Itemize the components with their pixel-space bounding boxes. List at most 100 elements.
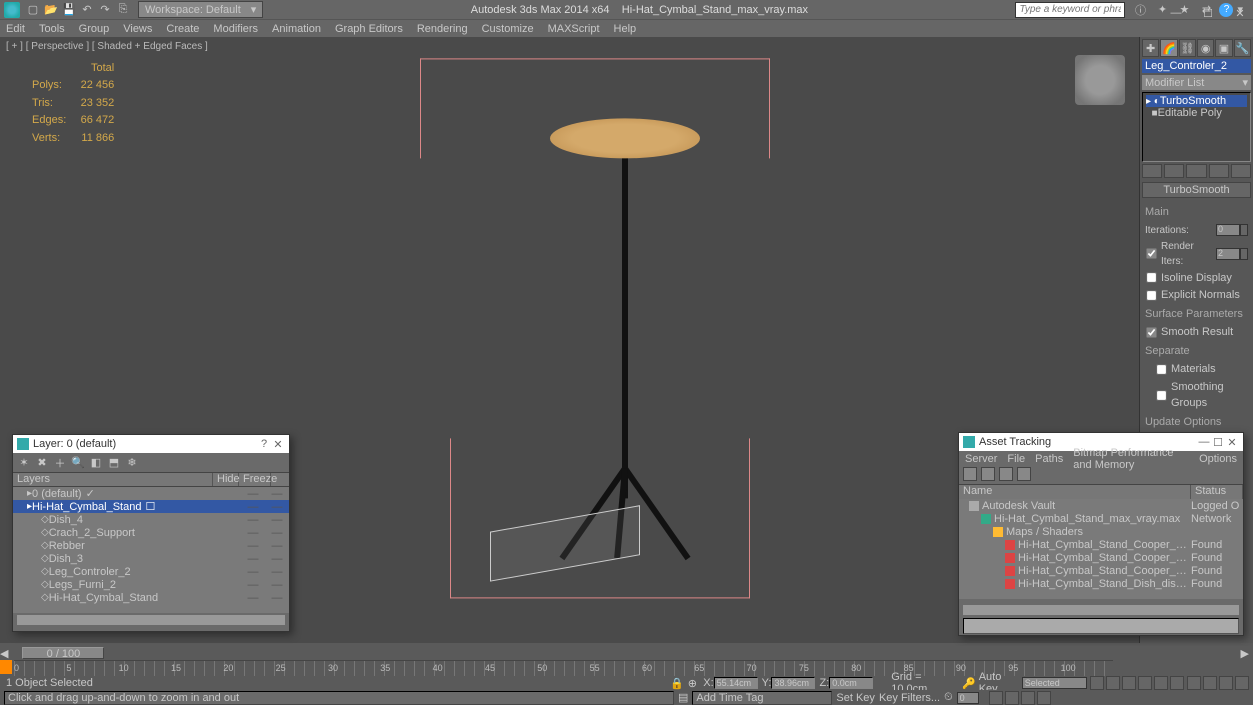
maximize-icon[interactable]: ☐ <box>1211 436 1225 449</box>
asset-row[interactable]: Hi-Hat_Cymbal_Stand_Cooper_Bump.pngFound <box>959 564 1243 577</box>
app-icon[interactable] <box>4 2 20 18</box>
highlight-layer-icon[interactable]: ◧ <box>89 456 103 470</box>
region-zoom-icon[interactable] <box>1021 691 1035 705</box>
explicit-checkbox[interactable] <box>1146 290 1156 300</box>
key-icon[interactable]: 🔑 <box>962 677 976 690</box>
asset-row[interactable]: Hi-Hat_Cymbal_Stand_Cooper_1_reflection.… <box>959 538 1243 551</box>
layers-dialog[interactable]: Layer: 0 (default) ? ✕ ✶ ✖ ＋ 🔍 ◧ ⬒ ❄ Lay… <box>12 434 290 632</box>
menu-help[interactable]: Help <box>614 23 637 35</box>
menu-tools[interactable]: Tools <box>39 23 65 35</box>
goto-start-icon[interactable] <box>1090 676 1104 690</box>
minimize-button[interactable]: — <box>1169 6 1183 20</box>
layer-row[interactable]: ◇ Crach_2_Support—— <box>13 526 289 539</box>
make-unique-button[interactable] <box>1186 164 1206 178</box>
menu-maxscript[interactable]: MAXScript <box>548 23 600 35</box>
add-to-layer-icon[interactable]: ＋ <box>53 456 67 470</box>
layer-row[interactable]: ◇ Dish_3—— <box>13 552 289 565</box>
layer-row[interactable]: ◇ Dish_4—— <box>13 513 289 526</box>
layer-row[interactable]: ◇ Leg_Controler_2—— <box>13 565 289 578</box>
time-config-icon[interactable]: ⏲ <box>944 691 953 704</box>
tab-modify[interactable]: 🌈 <box>1160 39 1177 57</box>
goto-end-icon[interactable] <box>1154 676 1168 690</box>
keyfilters-button[interactable]: Key Filters... <box>879 692 940 704</box>
layers-scrollbar[interactable] <box>17 615 285 625</box>
asset-row[interactable]: Maps / Shaders <box>959 525 1243 538</box>
refresh-icon[interactable] <box>963 467 977 481</box>
timeline-end-icon[interactable]: ▶ <box>1241 647 1249 660</box>
materials-checkbox[interactable] <box>1156 364 1166 374</box>
key-mode-dropdown[interactable]: Selected <box>1022 677 1087 689</box>
new-layer-icon[interactable]: ✶ <box>17 456 31 470</box>
remove-modifier-button[interactable] <box>1209 164 1229 178</box>
freeze-layer-icon[interactable]: ❄ <box>125 456 139 470</box>
minimize-icon[interactable]: — <box>1197 436 1211 448</box>
tab-hierarchy[interactable]: ⛓ <box>1179 39 1196 57</box>
asset-menu-bitmap[interactable]: Bitmap Performance and Memory <box>1073 447 1189 471</box>
coord-y[interactable]: 38.96cm <box>771 677 815 689</box>
time-slider-handle[interactable]: 0 / 100 <box>22 647 104 659</box>
spinner-arrows[interactable] <box>1240 224 1248 236</box>
table-icon[interactable] <box>1017 467 1031 481</box>
menu-grapheditors[interactable]: Graph Editors <box>335 23 403 35</box>
coord-x[interactable]: 55.14cm <box>714 677 758 689</box>
delete-layer-icon[interactable]: ✖ <box>35 456 49 470</box>
menu-views[interactable]: Views <box>123 23 152 35</box>
asset-menu-server[interactable]: Server <box>965 453 997 465</box>
layers-dialog-title[interactable]: Layer: 0 (default) ? ✕ <box>13 435 289 453</box>
hide-layer-icon[interactable]: ⬒ <box>107 456 121 470</box>
menu-create[interactable]: Create <box>166 23 199 35</box>
undo-icon[interactable]: ↶ <box>80 3 94 17</box>
layer-row[interactable]: ◇ Hi-Hat_Cymbal_Stand—— <box>13 591 289 604</box>
play-icon[interactable] <box>1122 676 1136 690</box>
status-icon[interactable] <box>981 467 995 481</box>
info-icon[interactable]: ⓘ <box>1133 3 1147 17</box>
select-layer-icon[interactable]: 🔍 <box>71 456 85 470</box>
close-icon[interactable]: ✕ <box>1225 436 1239 449</box>
menu-animation[interactable]: Animation <box>272 23 321 35</box>
current-frame-field[interactable]: 0 <box>957 692 979 704</box>
time-tag-field[interactable]: Add Time Tag <box>692 691 832 705</box>
tab-create[interactable]: ✚ <box>1142 39 1159 57</box>
asset-menu-file[interactable]: File <box>1007 453 1025 465</box>
time-slider[interactable]: ◀ 0 / 100 ▶ <box>0 646 1253 660</box>
script-listener-icon[interactable]: ▤ <box>678 691 688 704</box>
asset-row[interactable]: Hi-Hat_Cymbal_Stand_max_vray.maxNetwork <box>959 512 1243 525</box>
menu-customize[interactable]: Customize <box>482 23 534 35</box>
asset-search-field[interactable] <box>963 618 1239 634</box>
render-iters-checkbox[interactable] <box>1146 248 1156 258</box>
save-icon[interactable]: 💾 <box>62 3 76 17</box>
layer-row[interactable]: ◇ Rebber—— <box>13 539 289 552</box>
asset-row[interactable]: Autodesk VaultLogged O <box>959 499 1243 512</box>
coord-z[interactable]: 0.0cm <box>829 677 873 689</box>
configure-sets-button[interactable] <box>1231 164 1251 178</box>
rollout-turbosmooth-title[interactable]: TurboSmooth <box>1142 182 1251 198</box>
open-file-icon[interactable]: 📂 <box>44 3 58 17</box>
layer-row[interactable]: ▸ 0 (default)✓—— <box>13 487 289 500</box>
tab-display[interactable]: ▣ <box>1215 39 1232 57</box>
viewport-label[interactable]: [ + ] [ Perspective ] [ Shaded + Edged F… <box>6 41 208 52</box>
selection-lock-icon[interactable]: 🔒 <box>670 677 684 690</box>
workspace-dropdown[interactable]: Workspace: Default ▾ <box>138 1 263 18</box>
zoom-extents-icon[interactable] <box>989 691 1003 705</box>
zoom-icon[interactable] <box>1219 676 1233 690</box>
asset-row[interactable]: Hi-Hat_Cymbal_Stand_Dish_displacement.pn… <box>959 577 1243 590</box>
close-button[interactable]: ✕ <box>1233 6 1247 20</box>
maximize-button[interactable]: ☐ <box>1201 6 1215 20</box>
modifier-list-dropdown[interactable]: Modifier List▾ <box>1142 75 1251 90</box>
help-icon[interactable]: ? <box>257 438 271 450</box>
menu-edit[interactable]: Edit <box>6 23 25 35</box>
selected-object-name[interactable]: Leg_Controler_2 <box>1142 59 1251 73</box>
layer-row[interactable]: ◇ Legs_Furni_2—— <box>13 578 289 591</box>
help-search[interactable] <box>1015 2 1125 18</box>
asset-menu-paths[interactable]: Paths <box>1035 453 1063 465</box>
fov-icon[interactable] <box>1235 676 1249 690</box>
redo-icon[interactable]: ↷ <box>98 3 112 17</box>
comm-icon[interactable]: ✦ <box>1155 3 1169 17</box>
smooth-result-checkbox[interactable] <box>1146 327 1156 337</box>
pin-stack-button[interactable] <box>1142 164 1162 178</box>
iterations-field[interactable]: 0 <box>1216 224 1240 236</box>
next-frame-icon[interactable] <box>1138 676 1152 690</box>
zoom-all-icon[interactable] <box>1005 691 1019 705</box>
viewcube[interactable] <box>1075 55 1125 105</box>
show-end-result-button[interactable] <box>1164 164 1184 178</box>
